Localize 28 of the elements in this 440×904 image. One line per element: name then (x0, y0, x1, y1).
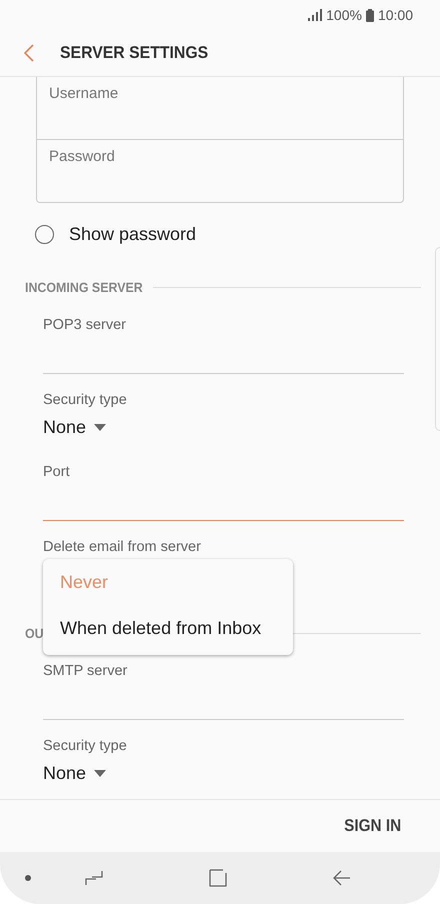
sign-in-button[interactable]: SIGN IN (344, 812, 401, 840)
home-icon[interactable] (209, 869, 227, 887)
dropdown-arrow-icon (94, 770, 106, 776)
screen-title: SERVER SETTINGS (60, 43, 208, 63)
battery-level: 100% (326, 7, 362, 23)
section-heading: OU (25, 626, 44, 640)
field-label: Security type (43, 392, 128, 408)
menu-option[interactable]: When deleted from Inbox (43, 607, 293, 653)
field-label: POP3 server (43, 317, 127, 333)
field-label: Port (43, 464, 71, 480)
recent-apps-icon[interactable] (85, 870, 103, 886)
security-type-dropdown[interactable]: None (43, 408, 106, 446)
section-heading: INCOMING SERVER (25, 280, 143, 294)
back-arrow-icon[interactable] (333, 870, 351, 886)
battery-icon (366, 8, 374, 22)
clock: 10:00 (378, 7, 413, 23)
show-password-label: Show password (69, 224, 196, 244)
signal-icon (308, 9, 322, 21)
field-label: SMTP server (43, 663, 128, 679)
text-field[interactable]: Username (37, 77, 403, 139)
dot-icon (25, 875, 31, 881)
radio-button[interactable] (35, 224, 54, 244)
field-label: Delete email from server (43, 539, 202, 555)
dropdown-arrow-icon (94, 424, 106, 430)
security-type-dropdown[interactable]: None (43, 754, 106, 792)
back-icon[interactable] (24, 44, 34, 62)
field-label: Security type (43, 738, 128, 754)
text-field[interactable]: Password (37, 139, 403, 202)
